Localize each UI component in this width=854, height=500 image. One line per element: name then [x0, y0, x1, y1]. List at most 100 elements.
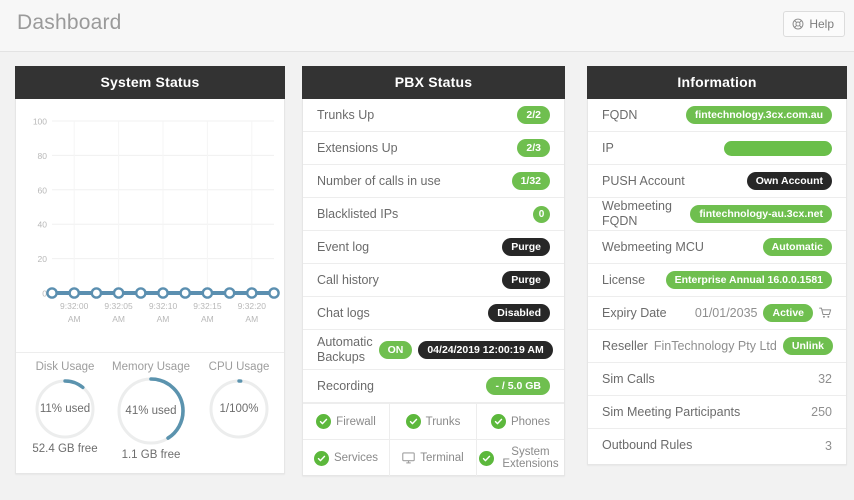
info-row-expiry-date: Expiry Date 01/01/2035 Active: [588, 297, 846, 330]
service-tile-firewall[interactable]: Firewall: [303, 404, 390, 440]
info-value-outbound-rules: 3: [825, 439, 832, 453]
pbx-service-grid: Firewall Trunks Phones Services Terminal: [303, 403, 564, 476]
gauge-memory-ring: 41% used: [115, 375, 187, 447]
info-row-push-account: PUSH Account Own Account: [588, 165, 846, 198]
service-label-services: Services: [334, 452, 378, 464]
gauge-memory-value: 41% used: [115, 405, 187, 417]
svg-text:9:32:05: 9:32:05: [104, 301, 133, 311]
info-row-outbound-rules: Outbound Rules 3: [588, 429, 846, 462]
info-value-expiry-date: 01/01/2035: [695, 306, 758, 320]
info-value-reseller: FinTechnology Pty Ltd: [654, 339, 777, 353]
system-status-panel: 0204060801009:32:00AM9:32:05AM9:32:10AM9…: [15, 99, 285, 474]
svg-text:9:32:00: 9:32:00: [60, 301, 89, 311]
check-icon: [314, 451, 329, 466]
page-title: Dashboard: [17, 11, 122, 35]
info-row-sim-meeting-participants: Sim Meeting Participants 250: [588, 396, 846, 429]
pbx-row-event-log: Event log Purge: [303, 231, 564, 264]
svg-text:20: 20: [38, 254, 48, 264]
pbx-badge-calls-in-use[interactable]: 1/32: [512, 172, 550, 190]
gauge-memory-title: Memory Usage: [106, 360, 196, 374]
info-row-sim-calls: Sim Calls 32: [588, 363, 846, 396]
pbx-status-panel: Trunks Up 2/2 Extensions Up 2/3 Number o…: [302, 99, 565, 476]
gauge-disk-sub: 52.4 GB free: [20, 443, 110, 455]
service-tile-trunks[interactable]: Trunks: [390, 404, 477, 440]
info-label-push-account: PUSH Account: [602, 174, 691, 189]
info-label-sim-calls: Sim Calls: [602, 372, 661, 387]
svg-text:100: 100: [33, 117, 47, 127]
resource-gauges: Disk Usage 11% used 52.4 GB free Memory …: [16, 352, 284, 472]
help-button-label: Help: [809, 17, 834, 31]
pbx-row-recording: Recording - / 5.0 GB: [303, 370, 564, 403]
info-row-license: License Enterprise Annual 16.0.0.1581: [588, 264, 846, 297]
pbx-label-blacklisted-ips: Blacklisted IPs: [317, 207, 404, 222]
lifebuoy-icon: [792, 18, 804, 30]
information-header: Information: [587, 66, 847, 99]
service-label-firewall: Firewall: [336, 416, 376, 428]
svg-text:AM: AM: [68, 314, 81, 324]
info-badge-webmeeting-fqdn[interactable]: fintechnology-au.3cx.net: [690, 205, 832, 223]
pbx-row-trunks-up: Trunks Up 2/2: [303, 99, 564, 132]
service-label-terminal: Terminal: [420, 452, 463, 464]
svg-text:9:32:20: 9:32:20: [238, 301, 267, 311]
svg-text:AM: AM: [201, 314, 214, 324]
info-badge-fqdn[interactable]: fintechnology.3cx.com.au: [686, 106, 832, 124]
info-label-webmeeting-fqdn: Webmeeting FQDN: [602, 199, 690, 229]
pbx-label-calls-in-use: Number of calls in use: [317, 174, 447, 189]
pbx-row-extensions-up: Extensions Up 2/3: [303, 132, 564, 165]
info-label-ip: IP: [602, 141, 620, 156]
information-panel: FQDN fintechnology.3cx.com.au IP PUSH Ac…: [587, 99, 847, 465]
gauge-disk-value: 11% used: [33, 403, 97, 415]
pbx-backups-toggle[interactable]: ON: [379, 341, 413, 359]
pbx-badge-extensions-up[interactable]: 2/3: [517, 139, 550, 157]
gauge-memory-usage: Memory Usage 41% used 1.1 GB free: [106, 360, 196, 461]
pbx-label-trunks-up: Trunks Up: [317, 108, 380, 123]
svg-text:9:32:15: 9:32:15: [193, 301, 222, 311]
pbx-purge-call-history-button[interactable]: Purge: [502, 271, 550, 289]
pbx-purge-event-log-button[interactable]: Purge: [502, 238, 550, 256]
pbx-badge-chat-logs[interactable]: Disabled: [488, 304, 550, 322]
pbx-label-event-log: Event log: [317, 240, 375, 255]
info-value-sim-calls: 32: [818, 372, 832, 386]
help-button[interactable]: Help: [783, 11, 845, 37]
gauge-memory-sub: 1.1 GB free: [106, 449, 196, 461]
service-tile-system-extensions[interactable]: System Extensions: [477, 440, 564, 476]
pbx-backups-timestamp[interactable]: 04/24/2019 12:00:19 AM: [418, 341, 552, 359]
info-badge-push-account[interactable]: Own Account: [747, 172, 832, 190]
pbx-badge-blacklisted-ips[interactable]: 0: [533, 206, 550, 223]
info-label-webmeeting-mcu: Webmeeting MCU: [602, 240, 710, 255]
info-badge-ip-redacted[interactable]: [724, 141, 832, 156]
pbx-label-extensions-up: Extensions Up: [317, 141, 404, 156]
pbx-status-header: PBX Status: [302, 66, 565, 99]
cart-icon[interactable]: [819, 307, 832, 319]
pbx-row-call-history: Call history Purge: [303, 264, 564, 297]
info-badge-license-active[interactable]: Active: [763, 304, 813, 322]
info-badge-license[interactable]: Enterprise Annual 16.0.0.1581: [666, 271, 832, 289]
info-label-expiry-date: Expiry Date: [602, 306, 673, 321]
gauge-cpu-ring: 1/100%: [207, 377, 271, 441]
service-tile-terminal[interactable]: Terminal: [390, 440, 477, 476]
info-label-fqdn: FQDN: [602, 108, 643, 123]
check-icon: [479, 451, 494, 466]
pbx-label-call-history: Call history: [317, 273, 385, 288]
svg-text:40: 40: [38, 220, 48, 230]
svg-text:60: 60: [38, 185, 48, 195]
gauge-cpu-usage: CPU Usage 1/100%: [194, 360, 284, 443]
info-label-outbound-rules: Outbound Rules: [602, 438, 698, 453]
service-tile-phones[interactable]: Phones: [477, 404, 564, 440]
info-unlink-reseller-button[interactable]: Unlink: [783, 337, 833, 355]
pbx-row-calls-in-use: Number of calls in use 1/32: [303, 165, 564, 198]
info-label-reseller: Reseller: [602, 339, 654, 354]
info-row-webmeeting-mcu: Webmeeting MCU Automatic: [588, 231, 846, 264]
info-value-sim-meeting-participants: 250: [811, 405, 832, 419]
info-badge-webmeeting-mcu[interactable]: Automatic: [763, 238, 832, 256]
system-status-chart: 0204060801009:32:00AM9:32:05AM9:32:10AM9…: [16, 107, 284, 352]
gauge-disk-ring: 11% used: [33, 377, 97, 441]
svg-text:AM: AM: [157, 314, 170, 324]
service-tile-services[interactable]: Services: [303, 440, 390, 476]
service-label-phones: Phones: [511, 416, 550, 428]
top-bar: Dashboard Help: [0, 0, 854, 52]
svg-text:AM: AM: [112, 314, 125, 324]
pbx-badge-recording[interactable]: - / 5.0 GB: [486, 377, 550, 395]
pbx-badge-trunks-up[interactable]: 2/2: [517, 106, 550, 124]
gauge-disk-title: Disk Usage: [20, 360, 110, 374]
